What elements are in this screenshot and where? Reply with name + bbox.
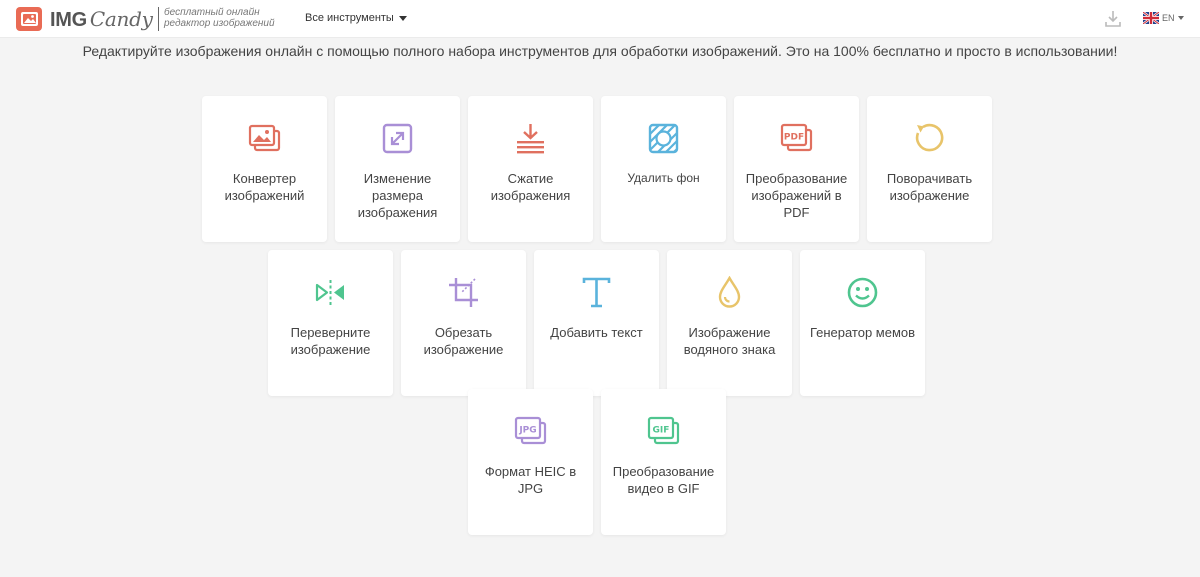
top-header: IMG Candy бесплатный онлайн редактор изо…	[0, 0, 1200, 38]
text-icon	[580, 276, 613, 309]
tool-label: Обрезать изображение	[423, 325, 504, 357]
tool-card-remove-background[interactable]: Удалить фон	[601, 96, 726, 242]
tool-label: Удалить фон	[627, 171, 700, 185]
tool-label: Генератор мемов	[809, 325, 916, 340]
chevron-down-icon	[398, 16, 407, 21]
tool-label: Переверните изображение	[290, 325, 371, 357]
site-logo[interactable]: IMG Candy	[16, 6, 153, 32]
tool-card-meme-generator[interactable]: Генератор мемов	[800, 250, 925, 396]
tool-card-watermark[interactable]: Изображение водяного знака	[667, 250, 792, 396]
gif-icon: GIF	[647, 415, 680, 448]
tagline-line-2: редактор изображений	[164, 18, 275, 29]
meme-icon	[846, 276, 879, 309]
tool-card-rotate[interactable]: Поворачивать изображение	[867, 96, 992, 242]
logo-candy-text: Candy	[89, 6, 153, 31]
watermark-icon	[713, 276, 746, 309]
tool-label: Формат HEIC в JPG	[484, 464, 577, 496]
site-tagline: бесплатный онлайн редактор изображений	[158, 7, 275, 31]
tool-label: Добавить текст	[550, 325, 643, 340]
rotate-icon	[913, 122, 946, 155]
logo-icon	[16, 7, 42, 31]
tool-label: Сжатие изображения	[490, 171, 571, 203]
tool-card-crop[interactable]: Обрезать изображение	[401, 250, 526, 396]
tool-card-heic-to-jpg[interactable]: JPG Формат HEIC в JPG	[468, 389, 593, 535]
tool-card-compress[interactable]: Сжатие изображения	[468, 96, 593, 242]
compress-icon	[514, 122, 547, 155]
logo-wordmark: IMG Candy	[50, 7, 153, 32]
tool-card-image-to-pdf[interactable]: PDF Преобразование изображений в PDF	[734, 96, 859, 242]
download-icon[interactable]	[1105, 10, 1121, 28]
tool-card-flip[interactable]: Переверните изображение	[268, 250, 393, 396]
resize-icon	[381, 122, 414, 155]
remove-background-icon	[647, 122, 680, 155]
all-tools-dropdown[interactable]: Все инструменты	[305, 12, 407, 24]
tool-card-video-to-gif[interactable]: GIF Преобразование видео в GIF	[601, 389, 726, 535]
tagline-line-1: бесплатный онлайн	[164, 7, 260, 18]
svg-text:PDF: PDF	[784, 133, 804, 143]
pdf-icon: PDF	[780, 122, 813, 155]
tool-label: Изображение водяного знака	[683, 325, 776, 357]
intro-text: Редактируйте изображения онлайн с помощь…	[82, 43, 1118, 59]
image-converter-icon	[248, 122, 281, 155]
all-tools-label: Все инструменты	[305, 12, 394, 24]
jpg-icon: JPG	[514, 415, 547, 448]
flip-icon	[314, 276, 347, 309]
language-label: EN	[1162, 13, 1175, 23]
tool-card-add-text[interactable]: Добавить текст	[534, 250, 659, 396]
tool-label: Конвертер изображений	[224, 171, 305, 203]
tool-label: Изменение размера изображения	[357, 171, 438, 220]
logo-img-text: IMG	[50, 8, 87, 31]
tool-card-image-converter[interactable]: Конвертер изображений	[202, 96, 327, 242]
tool-card-resize[interactable]: Изменение размера изображения	[335, 96, 460, 242]
chevron-down-icon	[1177, 16, 1184, 20]
tool-label: Поворачивать изображение	[886, 171, 973, 203]
crop-icon	[447, 276, 480, 309]
svg-text:JPG: JPG	[518, 426, 536, 436]
tool-label: Преобразование видео в GIF	[612, 464, 715, 496]
uk-flag-icon	[1143, 12, 1159, 24]
language-selector[interactable]: EN	[1143, 12, 1184, 24]
tool-label: Преобразование изображений в PDF	[745, 171, 848, 220]
svg-text:GIF: GIF	[653, 426, 670, 436]
